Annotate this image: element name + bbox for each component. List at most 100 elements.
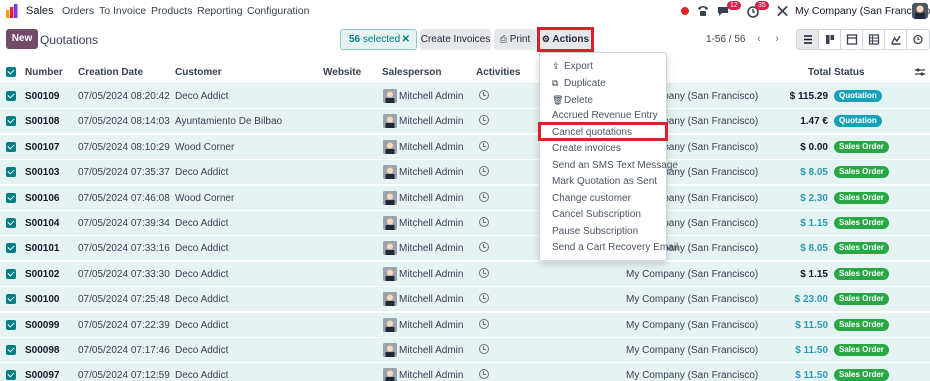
sales-app-icon[interactable]: [6, 4, 20, 18]
menu-item-cart-recovery-email[interactable]: Send a Cart Recovery Email: [540, 240, 678, 256]
phone-icon[interactable]: [696, 3, 710, 19]
activity-clock-icon[interactable]: [479, 318, 489, 329]
menu-item-pause-subscription[interactable]: Pause Subscription: [540, 224, 666, 240]
status-dot[interactable]: [681, 7, 689, 15]
column-website[interactable]: Website: [323, 67, 361, 78]
menu-item-duplicate[interactable]: ⧉ Duplicate: [540, 75, 666, 91]
activity-clock-icon[interactable]: [479, 217, 489, 227]
table-row[interactable]: S00102 07/05/2024 07:33:30 Deco Addict Mitc…: [0, 261, 930, 287]
activity-view-icon[interactable]: [907, 30, 929, 49]
row-checkbox[interactable]: [6, 345, 16, 355]
menu-item-create-invoices[interactable]: Create invoices: [540, 141, 666, 157]
activity-clock-icon[interactable]: [479, 242, 489, 253]
row-checkbox[interactable]: [6, 243, 16, 254]
kanban-view-icon[interactable]: [819, 30, 841, 49]
order-total: $ 11.50: [795, 319, 828, 331]
menu-orders[interactable]: Orders: [62, 5, 94, 17]
menu-reporting[interactable]: Reporting: [197, 5, 243, 17]
status-badge: Sales Order: [834, 369, 889, 381]
select-all-checkbox[interactable]: [6, 67, 16, 77]
pager-next-icon[interactable]: ›: [769, 31, 785, 47]
table-row[interactable]: S00109 07/05/2024 08:20:42 Deco Addict Mitc…: [0, 84, 930, 109]
menu-item-delete[interactable]: 🗑Delete: [540, 92, 666, 108]
creation-date: 07/05/2024 07:39:34: [78, 218, 170, 229]
salesperson-name: Mitchell Admin: [399, 345, 464, 356]
app-name[interactable]: Sales: [26, 5, 54, 17]
menu-configuration[interactable]: Configuration: [247, 5, 309, 17]
selected-label: selected: [362, 34, 401, 45]
graph-view-icon[interactable]: [885, 30, 907, 49]
new-button[interactable]: New: [6, 29, 38, 49]
row-checkbox[interactable]: [6, 141, 16, 152]
create-invoices-button[interactable]: Create Invoices: [420, 29, 491, 50]
pager-previous-icon[interactable]: ‹: [751, 31, 767, 47]
activity-clock-icon[interactable]: [479, 90, 489, 100]
print-button[interactable]: ⎙ Print: [494, 29, 536, 50]
row-checkbox[interactable]: [6, 91, 16, 101]
pager-value[interactable]: 1-56 / 56: [706, 34, 745, 45]
menu-item-change-customer[interactable]: Change customer: [540, 191, 666, 207]
menu-item-export[interactable]: ⇪ Export: [540, 58, 666, 74]
activity-clock-icon[interactable]: [479, 140, 489, 151]
activity-clock-icon[interactable]: [479, 293, 489, 304]
column-activities[interactable]: Activities: [476, 67, 520, 78]
table-row[interactable]: S00099 07/05/2024 07:22:39 Deco Addict Mitc…: [0, 312, 930, 338]
order-total: $ 23.00: [794, 294, 828, 306]
row-checkbox[interactable]: [6, 268, 16, 279]
activity-clock-icon[interactable]: [479, 267, 489, 278]
column-number[interactable]: Number: [25, 67, 63, 78]
column-creation-date[interactable]: Creation Date: [78, 67, 143, 78]
activity-clock-icon[interactable]: [479, 115, 489, 126]
tools-icon[interactable]: [776, 3, 789, 19]
row-checkbox[interactable]: [6, 319, 16, 330]
row-checkbox[interactable]: [6, 167, 16, 178]
table-row[interactable]: S00101 07/05/2024 07:33:16 Deco Addict Mitc…: [0, 236, 930, 262]
menu-item-send-sms[interactable]: Send an SMS Text Message: [540, 158, 678, 174]
user-avatar[interactable]: [912, 3, 928, 19]
table-row[interactable]: S00097 07/05/2024 07:12:59 Deco Addict Mitc…: [0, 363, 930, 381]
menu-item-cancel-subscription[interactable]: Cancel Subscription: [540, 207, 666, 223]
row-checkbox[interactable]: [6, 116, 16, 127]
pivot-view-icon[interactable]: [863, 30, 885, 49]
company-switcher[interactable]: My Company (San Francisco): [795, 5, 930, 17]
table-row[interactable]: S00108 07/05/2024 08:14:03 Ayuntamiento De…: [0, 109, 930, 135]
salesperson-name: Mitchell Admin: [399, 370, 464, 381]
order-number: S00098: [25, 345, 60, 356]
menu-item-mark-quotation-sent[interactable]: Mark Quotation as Sent: [540, 174, 666, 190]
row-checkbox[interactable]: [6, 370, 16, 381]
customer-name: Deco Addict: [175, 167, 229, 179]
print-label: Print: [509, 34, 531, 45]
print-icon: ⎙: [499, 34, 507, 44]
creation-date: 07/05/2024 07:46:08: [78, 192, 170, 204]
column-customer[interactable]: Customer: [175, 67, 222, 78]
salesperson-avatar: [383, 317, 397, 332]
creation-date: 07/05/2024 07:25:48: [78, 294, 170, 306]
activity-clock-icon[interactable]: [479, 369, 489, 380]
table-row[interactable]: S00106 07/05/2024 07:46:08 Wood Corner Mitc…: [0, 185, 930, 211]
activity-clock-icon[interactable]: [479, 344, 489, 354]
row-checkbox[interactable]: [6, 192, 16, 203]
menu-item-accrued-revenue-entry[interactable]: Accrued Revenue Entry: [540, 108, 666, 124]
column-total[interactable]: Total: [808, 67, 831, 78]
clear-selection-icon[interactable]: ✕: [402, 30, 410, 49]
table-row[interactable]: S00100 07/05/2024 07:25:48 Deco Addict Mitc…: [0, 287, 930, 313]
table-row[interactable]: S00098 07/05/2024 07:17:46 Deco Addict Mitc…: [0, 338, 930, 363]
menu-to-invoice[interactable]: To Invoice: [99, 5, 146, 17]
row-checkbox[interactable]: [6, 294, 16, 305]
column-salesperson[interactable]: Salesperson: [382, 67, 441, 78]
table-row[interactable]: S00103 07/05/2024 07:35:37 Deco Addict Mitc…: [0, 160, 930, 186]
table-row[interactable]: S00107 07/05/2024 08:10:29 Wood Corner Mitc…: [0, 134, 930, 160]
table-row[interactable]: S00104 07/05/2024 07:39:34 Deco Addict Mitc…: [0, 211, 930, 236]
menu-item-cancel-quotations[interactable]: Cancel quotations: [540, 125, 666, 141]
optional-columns-icon[interactable]: [914, 66, 926, 78]
column-status[interactable]: Status: [834, 67, 865, 78]
order-number: S00101: [25, 243, 60, 255]
menu-products[interactable]: Products: [151, 5, 192, 17]
activity-clock-icon[interactable]: [479, 191, 489, 202]
actions-button[interactable]: ⚙ Actions: [540, 29, 591, 50]
row-checkbox[interactable]: [6, 218, 16, 228]
calendar-view-icon[interactable]: [841, 30, 863, 49]
list-view-icon[interactable]: [797, 30, 819, 49]
company-name: My Company (San Francisco): [626, 319, 759, 331]
activity-clock-icon[interactable]: [479, 166, 489, 177]
